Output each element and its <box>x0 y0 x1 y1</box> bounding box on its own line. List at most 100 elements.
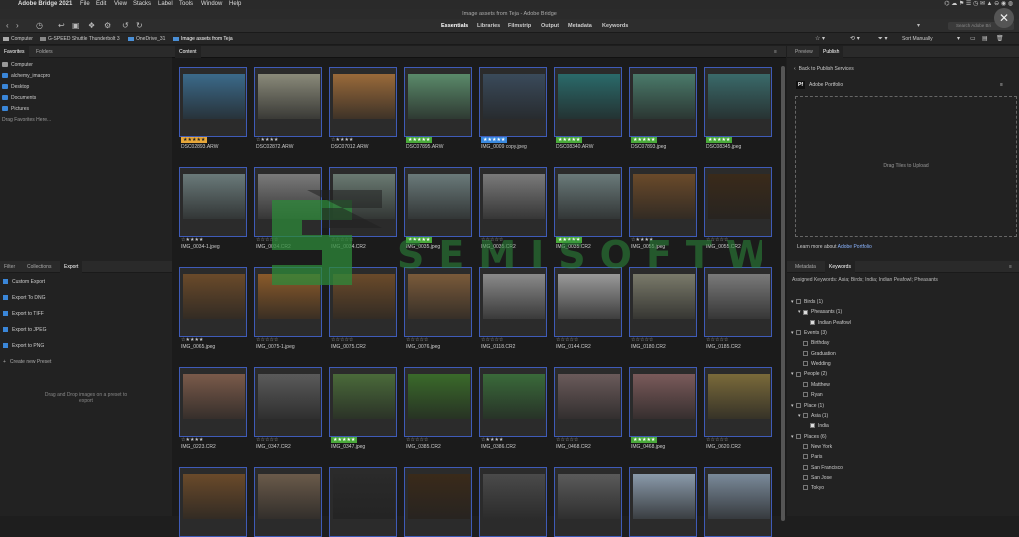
menu-file[interactable]: File <box>80 0 90 9</box>
star-rating[interactable]: ☆☆☆☆☆ <box>706 337 728 343</box>
keyword-item[interactable]: ▾ Pheasants (1) <box>798 308 842 316</box>
app-menu[interactable]: Adobe Bridge 2021 <box>18 0 72 9</box>
star-rating[interactable]: ★★★★★ <box>631 437 658 443</box>
thumbnail[interactable]: ☆☆☆☆☆ IMG_0347.CR2 <box>254 367 322 450</box>
scrollbar-thumb[interactable] <box>781 66 785 521</box>
new-folder-icon[interactable]: ▤ <box>982 33 988 45</box>
keyword-item[interactable]: ▾ Asia (1) <box>798 412 828 420</box>
keyword-item[interactable]: Graduation <box>798 350 836 358</box>
favorite-computer[interactable]: Computer <box>2 61 33 69</box>
back-to-services-link[interactable]: ‹ Back to Publish Services <box>794 65 854 73</box>
breadcrumb-computer[interactable]: Computer <box>3 33 33 45</box>
star-rating[interactable]: ★★★★★ <box>706 137 733 143</box>
keyword-checkbox[interactable] <box>796 330 801 336</box>
star-rating[interactable]: ☆★★★★ <box>481 437 503 443</box>
thumbnail[interactable]: ★★★★★ DSC07895.ARW <box>404 67 472 150</box>
thumbnail[interactable]: ☆★★★★ DSC02872.ARW <box>254 67 322 150</box>
menu-tools[interactable]: Tools <box>179 0 193 9</box>
keywords-menu-icon[interactable]: ≡ <box>1005 261 1016 273</box>
star-rating[interactable]: ★★★★★ <box>406 137 433 143</box>
keyword-checkbox[interactable] <box>803 464 808 470</box>
menu-window[interactable]: Window <box>201 0 222 9</box>
thumbnail[interactable]: ☆★★★★ IMG_0034-1.jpeg <box>179 167 247 250</box>
thumbnail[interactable]: ★★★★★ IMG_0009 copy.jpeg <box>479 67 547 150</box>
thumbnail[interactable]: ☆☆☆☆☆ IMG_0144.CR2 <box>554 267 622 350</box>
tab-output[interactable]: Output <box>541 22 559 30</box>
thumbnail[interactable]: ☆☆☆☆☆ IMG_0076.jpeg <box>404 267 472 350</box>
preset-export-tiff[interactable]: Export to TIFF <box>3 310 44 318</box>
favorite-desktop[interactable]: Desktop <box>2 83 29 91</box>
keyword-item[interactable]: San Francisco <box>798 464 843 472</box>
preset-export-dng[interactable]: Export To DNG <box>3 294 46 302</box>
trash-icon[interactable]: 🗑 <box>996 33 1004 45</box>
tab-filter[interactable]: Filter <box>0 261 19 273</box>
keyword-checkbox[interactable] <box>803 361 808 367</box>
tab-folders[interactable]: Folders <box>32 46 57 58</box>
keyword-checkbox[interactable] <box>810 319 815 325</box>
favorite-user[interactable]: alchemy_imacpro <box>2 72 50 80</box>
breadcrumb-onedrive[interactable]: OneDrive_31 <box>128 33 165 45</box>
keyword-checkbox[interactable] <box>803 485 808 491</box>
keyword-checkbox[interactable] <box>803 350 808 356</box>
recent-icon[interactable]: ◷ <box>36 21 43 31</box>
keyword-checkbox[interactable] <box>803 475 808 481</box>
menu-label[interactable]: Label <box>158 0 173 9</box>
thumbnail[interactable]: ☆★★★★ IMG_0065.jpeg <box>179 267 247 350</box>
star-rating[interactable]: ★★★★★ <box>331 437 358 443</box>
star-rating[interactable]: ☆☆☆☆☆ <box>256 237 278 243</box>
thumbnail[interactable]: ☆☆☆☆☆ IMG_0468.CR2 <box>554 367 622 450</box>
sort-dropdown[interactable]: Sort Manually <box>902 33 933 45</box>
thumbnail[interactable]: ★★★★★ IMG_0035.CR2 <box>554 167 622 250</box>
upload-drop-area[interactable]: Drag Tiles to Upload <box>795 96 1017 237</box>
menu-edit[interactable]: Edit <box>96 0 106 9</box>
content-menu-icon[interactable]: ≡ <box>770 46 781 58</box>
keyword-checkbox[interactable] <box>796 402 801 408</box>
keyword-checkbox[interactable] <box>803 340 808 346</box>
thumbnail[interactable] <box>629 467 697 537</box>
thumbnail[interactable]: ☆☆☆☆☆ IMG_0075.CR2 <box>329 267 397 350</box>
thumbnail[interactable] <box>479 467 547 537</box>
thumbnail[interactable]: ☆☆☆☆☆ IMG_0180.CR2 <box>629 267 697 350</box>
thumbnail[interactable]: ☆★★★★ IMG_0386.CR2 <box>479 367 547 450</box>
keyword-item[interactable]: ▾ Places (6) <box>791 433 827 441</box>
favorite-documents[interactable]: Documents <box>2 94 36 102</box>
thumbnail[interactable]: ☆☆☆☆☆ IMG_0035.CR2 <box>479 167 547 250</box>
keyword-checkbox[interactable] <box>796 371 801 377</box>
thumbnail[interactable]: ★★★★★ IMG_0035.jpeg <box>404 167 472 250</box>
thumbnail[interactable]: ☆★★★★ DSC07012.ARW <box>329 67 397 150</box>
camera-icon[interactable]: ▣ <box>72 21 80 31</box>
keyword-checkbox[interactable] <box>803 392 808 398</box>
close-overlay-button[interactable]: ✕ <box>994 8 1014 28</box>
tab-content[interactable]: Content <box>175 46 201 58</box>
keyword-item[interactable]: ▾ Events (3) <box>791 329 827 337</box>
keyword-checkbox[interactable] <box>796 299 801 305</box>
thumbnail[interactable]: ★★★★★ DSC07893.jpeg <box>629 67 697 150</box>
tab-libraries[interactable]: Libraries <box>477 22 500 30</box>
thumbnail[interactable]: ★★★★★ IMG_0468.jpeg <box>629 367 697 450</box>
keyword-item[interactable]: ▾ People (2) <box>791 370 827 378</box>
preset-custom-export[interactable]: Custom Export <box>3 278 45 286</box>
keyword-item[interactable]: San Jose <box>798 474 832 482</box>
thumbnail[interactable]: ☆☆☆☆☆ IMG_0185.CR2 <box>704 267 772 350</box>
star-rating[interactable]: ★★★★★ <box>556 237 583 243</box>
portfolio-link[interactable]: Adobe Portfolio <box>838 244 872 250</box>
star-rating[interactable]: ☆☆☆☆☆ <box>556 437 578 443</box>
thumbnail[interactable]: ☆☆☆☆☆ IMG_0055.CR2 <box>704 167 772 250</box>
star-rating[interactable]: ☆★★★★ <box>181 437 203 443</box>
rotate-right-icon[interactable]: ↻ <box>136 21 143 31</box>
thumbnail[interactable]: ★★★★★ DSC08340.ARW <box>554 67 622 150</box>
thumbnail[interactable]: ☆☆☆☆☆ IMG_0034.CR2 <box>254 167 322 250</box>
rotate-icon[interactable]: ⟲ ▾ <box>850 33 860 45</box>
star-rating[interactable]: ☆☆☆☆☆ <box>481 337 503 343</box>
thumbnail[interactable]: ☆★★★★ IMG_0223.CR2 <box>179 367 247 450</box>
keyword-checkbox[interactable] <box>803 309 808 315</box>
thumbnail[interactable]: ☆☆☆☆☆ IMG_0118.CR2 <box>479 267 547 350</box>
thumbnail[interactable]: ☆☆☆☆☆ IMG_0075-1.jpeg <box>254 267 322 350</box>
tab-preview[interactable]: Preview <box>791 46 817 58</box>
star-rating[interactable]: ☆☆☆☆☆ <box>331 337 353 343</box>
workspace-menu-icon[interactable]: ▾ <box>917 21 920 31</box>
star-rating[interactable]: ☆☆☆☆☆ <box>406 437 428 443</box>
star-rating[interactable]: ☆☆☆☆☆ <box>706 437 728 443</box>
tab-keywords[interactable]: Keywords <box>602 22 628 30</box>
open-recent-icon[interactable]: ▭ <box>970 33 976 45</box>
